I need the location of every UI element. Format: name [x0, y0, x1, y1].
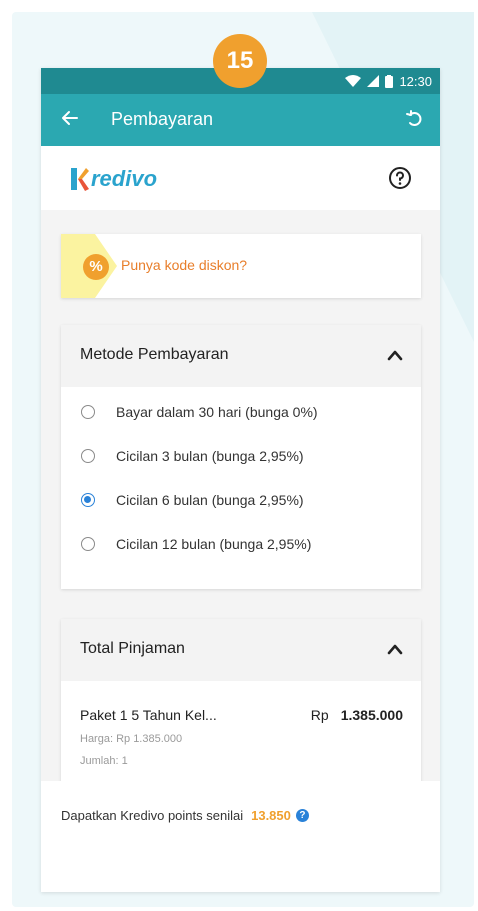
radio-button[interactable] [81, 537, 95, 551]
chevron-up-icon[interactable] [387, 349, 403, 361]
percent-icon: % [83, 254, 109, 280]
page-title: Pembayaran [111, 109, 214, 129]
payment-method-card: Metode Pembayaran Bayar dalam 30 hari (b… [61, 325, 421, 589]
payment-method-title: Metode Pembayaran [80, 346, 229, 363]
points-description: Dapatkan Kredivo points senilai [61, 808, 244, 823]
item-price: Rp 1.385.000 [311, 707, 403, 723]
currency-label: Rp [310, 707, 329, 723]
radio-button[interactable] [81, 405, 95, 419]
wifi-icon [345, 75, 362, 87]
info-icon[interactable]: ? [295, 809, 309, 822]
discount-code-label[interactable]: Punya kode diskon? [121, 257, 247, 273]
payment-option-3-months[interactable]: Cicilan 3 bulan (bunga 2,95%) [61, 437, 421, 481]
radio-button-selected[interactable] [81, 493, 95, 507]
help-circle-icon[interactable] [388, 166, 412, 190]
payment-option-12-months[interactable]: Cicilan 12 bulan (bunga 2,95%) [61, 525, 421, 569]
kredivo-logo: redivo [69, 162, 157, 196]
signal-icon [367, 75, 380, 87]
points-value: 13.850 [251, 808, 291, 823]
brand-bar: redivo [41, 146, 440, 210]
total-loan-title: Total Pinjaman [80, 640, 185, 657]
kredivo-k-mark [71, 168, 89, 191]
refresh-icon[interactable] [404, 108, 426, 130]
chevron-up-icon[interactable] [387, 643, 403, 655]
payment-method-options: Bayar dalam 30 hari (bunga 0%) Cicilan 3… [61, 387, 421, 569]
battery-icon [385, 74, 394, 88]
payment-option-6-months[interactable]: Cicilan 6 bulan (bunga 2,95%) [61, 481, 421, 525]
payment-option-label: Cicilan 3 bulan (bunga 2,95%) [116, 448, 304, 464]
item-quantity: Jumlah: 1 [80, 755, 128, 767]
payment-option-30-days[interactable]: Bayar dalam 30 hari (bunga 0%) [61, 393, 421, 437]
radio-button[interactable] [81, 449, 95, 463]
payment-method-header[interactable]: Metode Pembayaran [61, 325, 421, 387]
points-footer: Dapatkan Kredivo points senilai 13.850 ? [41, 781, 440, 892]
status-time: 12:30 [399, 73, 432, 89]
total-loan-header[interactable]: Total Pinjaman [61, 619, 421, 681]
item-unit-price: Harga: Rp 1.385.000 [80, 733, 183, 745]
step-number-badge: 15 [213, 34, 267, 88]
item-name: Paket 1 5 Tahun Kel... [80, 707, 217, 723]
discount-code-banner[interactable]: % Punya kode diskon? [61, 234, 421, 298]
arrow-left-icon[interactable] [59, 107, 81, 129]
app-bar: Pembayaran [41, 94, 440, 146]
payment-option-label: Cicilan 12 bulan (bunga 2,95%) [116, 536, 312, 552]
price-amount: 1.385.000 [340, 707, 403, 723]
phone-screen: 12:30 Pembayaran redivo % Punya kode dis… [41, 68, 440, 892]
payment-option-label: Bayar dalam 30 hari (bunga 0%) [116, 404, 318, 420]
payment-option-label: Cicilan 6 bulan (bunga 2,95%) [116, 492, 304, 508]
logo-text: redivo [91, 166, 158, 191]
